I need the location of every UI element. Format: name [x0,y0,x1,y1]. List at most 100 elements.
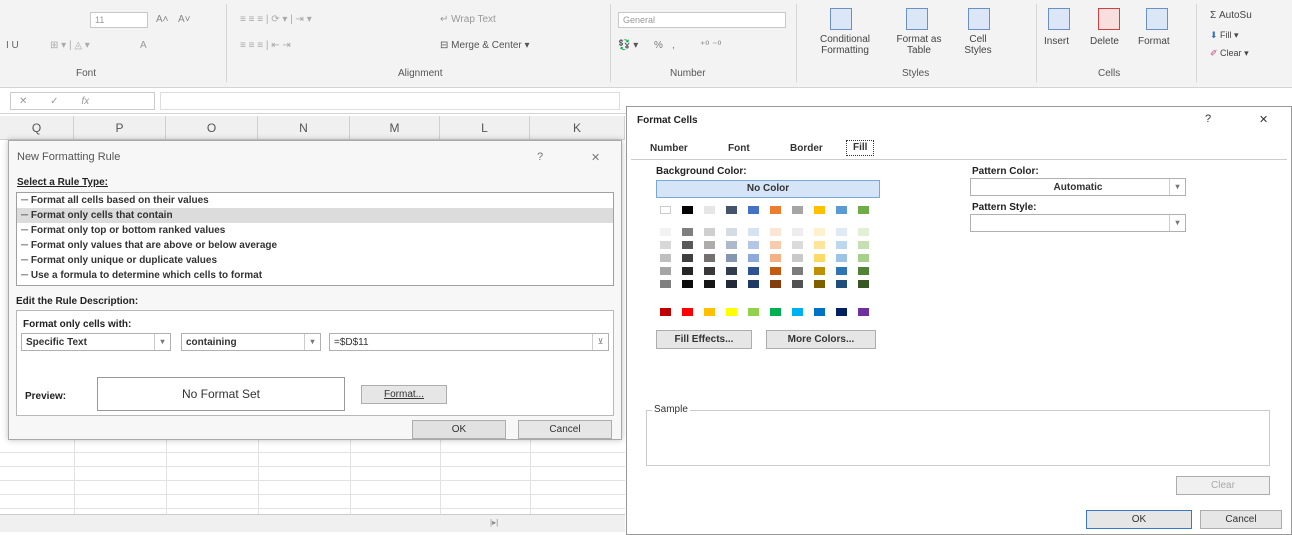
color-swatch[interactable] [660,267,671,275]
color-swatch[interactable] [726,241,737,249]
color-swatch[interactable] [748,254,759,262]
column-header[interactable]: K [530,116,625,140]
cell-styles-button[interactable]: Cell Styles [956,34,1000,56]
color-swatch[interactable] [792,308,803,316]
color-swatch[interactable] [704,308,715,316]
fill-button[interactable]: ⬇ Fill ▾ [1210,30,1239,41]
color-swatch[interactable] [792,280,803,288]
color-swatch[interactable] [682,254,693,262]
color-swatch[interactable] [682,241,693,249]
list-item[interactable]: ─ Format only unique or duplicate values [17,253,613,268]
format-as-table-button[interactable]: Format as Table [892,34,946,56]
color-swatch[interactable] [770,206,781,214]
color-swatch[interactable] [726,267,737,275]
format-button[interactable]: Format... [361,385,447,404]
color-swatch[interactable] [660,228,671,236]
clear-button[interactable]: Clear [1176,476,1270,495]
color-swatch[interactable] [704,241,715,249]
color-swatch[interactable] [814,267,825,275]
cancel-entry-icon[interactable]: ✕ [19,96,27,107]
fill-effects-button[interactable]: Fill Effects... [656,330,752,349]
list-item[interactable]: ─ Format only top or bottom ranked value… [17,223,613,238]
color-swatch[interactable] [858,254,869,262]
rule-value-input[interactable]: =$D$11 ⊻ [329,333,609,351]
color-swatch[interactable] [682,308,693,316]
autosum-button[interactable]: Σ AutoSu [1210,10,1252,21]
font-size-dropdown[interactable]: 11 [90,12,148,28]
insert-function-icon[interactable]: fx [81,96,89,107]
color-swatch[interactable] [814,241,825,249]
delete-button[interactable]: Delete [1090,36,1119,47]
column-header[interactable]: Q [0,116,74,140]
merge-center-button[interactable]: ⊟ Merge & Center ▾ [440,40,530,51]
clear-button[interactable]: ✐ Clear ▾ [1210,48,1249,59]
condition-type-dropdown[interactable]: Specific Text ▾ [21,333,171,351]
scroll-right-icon[interactable]: |▸| [490,518,498,527]
color-swatch[interactable] [770,241,781,249]
color-swatch[interactable] [770,267,781,275]
color-swatch[interactable] [770,308,781,316]
color-swatch[interactable] [660,254,671,262]
color-swatch[interactable] [704,206,715,214]
color-swatch[interactable] [682,228,693,236]
align-left-icons[interactable]: ≡ ≡ ≡ | ⇤ ⇥ [240,40,291,51]
cancel-button[interactable]: Cancel [518,420,612,439]
confirm-entry-icon[interactable]: ✓ [50,96,58,107]
conditional-formatting-button[interactable]: Conditional Formatting [805,34,885,56]
color-swatch[interactable] [726,308,737,316]
color-swatch[interactable] [836,267,847,275]
cancel-button[interactable]: Cancel [1200,510,1282,529]
help-icon[interactable]: ? [1205,113,1211,125]
column-header[interactable]: N [258,116,350,140]
color-swatch[interactable] [682,280,693,288]
color-swatch[interactable] [836,280,847,288]
insert-button[interactable]: Insert [1044,36,1069,47]
color-swatch[interactable] [792,267,803,275]
rule-type-list[interactable]: ─ Format all cells based on their values… [16,192,614,286]
close-icon[interactable]: ✕ [1259,113,1268,126]
comma-button[interactable]: , [672,40,675,51]
color-swatch[interactable] [770,254,781,262]
color-swatch[interactable] [770,280,781,288]
color-swatch[interactable] [836,254,847,262]
operator-dropdown[interactable]: containing ▾ [181,333,321,351]
list-item[interactable]: ─ Format only cells that contain [17,208,613,223]
number-format-dropdown[interactable]: General [618,12,786,28]
color-swatch[interactable] [858,280,869,288]
color-swatch[interactable] [660,206,671,214]
font-color-button[interactable]: A [140,40,147,51]
color-swatch[interactable] [704,228,715,236]
color-swatch[interactable] [814,228,825,236]
align-top-icons[interactable]: ≡ ≡ ≡ | ⟳ ▾ | ⇥ ▾ [240,14,312,25]
column-header[interactable]: M [350,116,440,140]
color-swatch[interactable] [836,241,847,249]
percent-button[interactable]: % [654,40,663,51]
color-swatch[interactable] [704,267,715,275]
color-swatch[interactable] [814,308,825,316]
color-swatch[interactable] [726,254,737,262]
list-item[interactable]: ─ Format only values that are above or b… [17,238,613,253]
pattern-color-dropdown[interactable]: Automatic ▾ [970,178,1186,196]
color-swatch[interactable] [836,308,847,316]
decrease-font-icon[interactable]: A˅ [178,14,191,25]
list-item[interactable]: ─ Format all cells based on their values [17,193,613,208]
color-swatch[interactable] [792,228,803,236]
format-button[interactable]: Format [1138,36,1170,47]
borders-icon[interactable]: ⊞ ▾ | ◬ ▾ [50,40,90,51]
accounting-icon[interactable]: 💱 ▾ [618,40,638,51]
color-swatch[interactable] [858,241,869,249]
color-swatch[interactable] [792,254,803,262]
decimal-icons[interactable]: ⁺⁰ ⁻⁰ [700,40,721,51]
increase-font-icon[interactable]: A˄ [156,14,169,25]
color-swatch[interactable] [748,267,759,275]
no-color-button[interactable]: No Color [656,180,880,198]
color-swatch[interactable] [726,280,737,288]
formula-input[interactable] [160,92,620,110]
column-header[interactable]: L [440,116,530,140]
wrap-text-button[interactable]: ↵ Wrap Text [440,14,496,25]
color-swatch[interactable] [792,206,803,214]
color-swatch[interactable] [836,206,847,214]
color-swatch[interactable] [704,280,715,288]
color-swatch[interactable] [814,254,825,262]
color-swatch[interactable] [792,241,803,249]
